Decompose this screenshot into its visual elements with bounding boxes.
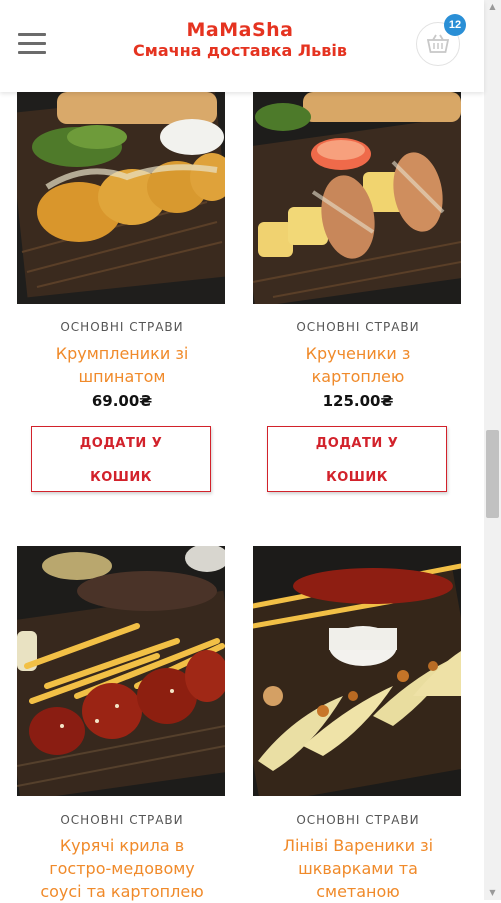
product-title-line: гостро-медовому (49, 859, 195, 878)
add-to-cart-label: КОШИК (90, 470, 152, 485)
product-title-line: шпинатом (78, 367, 166, 386)
product-card: ОСНОВНІ СТРАВИ Крученики з картоплею 125… (253, 92, 463, 512)
product-title-line: Лініві Вареники зі (282, 836, 434, 855)
product-title-line: шкварками та (298, 859, 418, 878)
scroll-up-icon[interactable]: ▲ (486, 2, 499, 12)
shopping-basket-icon (427, 34, 449, 53)
product-image[interactable] (17, 546, 225, 796)
product-card: ОСНОВНІ СТРАВИ Крумпленики зі шпинатом 6… (17, 92, 227, 512)
product-price: 125.00₴ (322, 392, 394, 410)
product-title-line: Курячі крила в (59, 836, 185, 855)
product-card: ОСНОВНІ СТРАВИ Лініві Вареники зі шкварк… (253, 546, 463, 903)
product-category: ОСНОВНІ СТРАВИ (60, 813, 184, 827)
product-image[interactable] (17, 92, 225, 304)
product-title-line: Крумпленики зі (55, 344, 189, 363)
product-category: ОСНОВНІ СТРАВИ (296, 320, 420, 334)
product-title[interactable]: Лініві Вареники зі шкварками та сметаною (253, 834, 463, 903)
product-title-line: Крученики з (305, 344, 411, 363)
add-to-cart-button[interactable]: ДОДАТИ У КОШИК (31, 426, 211, 492)
product-category: ОСНОВНІ СТРАВИ (296, 813, 420, 827)
product-price: 69.00₴ (91, 392, 153, 410)
scroll-down-icon[interactable]: ▼ (486, 888, 499, 898)
add-to-cart-label: КОШИК (326, 470, 388, 485)
product-image[interactable] (253, 92, 461, 304)
add-to-cart-label: ДОДАТИ У (79, 436, 163, 451)
product-card: ОСНОВНІ СТРАВИ Курячі крила в гостро-мед… (17, 546, 227, 903)
add-to-cart-label: ДОДАТИ У (315, 436, 399, 451)
add-to-cart-button[interactable]: ДОДАТИ У КОШИК (267, 426, 447, 492)
product-image[interactable] (253, 546, 461, 796)
product-title[interactable]: Крученики з картоплею (253, 342, 463, 388)
scrollbar-thumb[interactable] (486, 430, 499, 518)
logo-tagline: Смачна доставка Львів (133, 41, 347, 60)
logo-brand: MaMaSha (186, 19, 294, 41)
site-logo[interactable]: MaMaSha Смачна доставка Львів (110, 20, 370, 62)
product-category: ОСНОВНІ СТРАВИ (60, 320, 184, 334)
product-title[interactable]: Крумпленики зі шпинатом (17, 342, 227, 388)
site-header: MaMaSha Смачна доставка Львів (0, 0, 484, 92)
product-title-line: картоплею (311, 367, 405, 386)
hamburger-menu-icon[interactable] (18, 33, 46, 55)
cart-count-badge: 12 (444, 14, 466, 36)
product-title[interactable]: Курячі крила в гостро-медовому соусі та … (17, 834, 227, 903)
